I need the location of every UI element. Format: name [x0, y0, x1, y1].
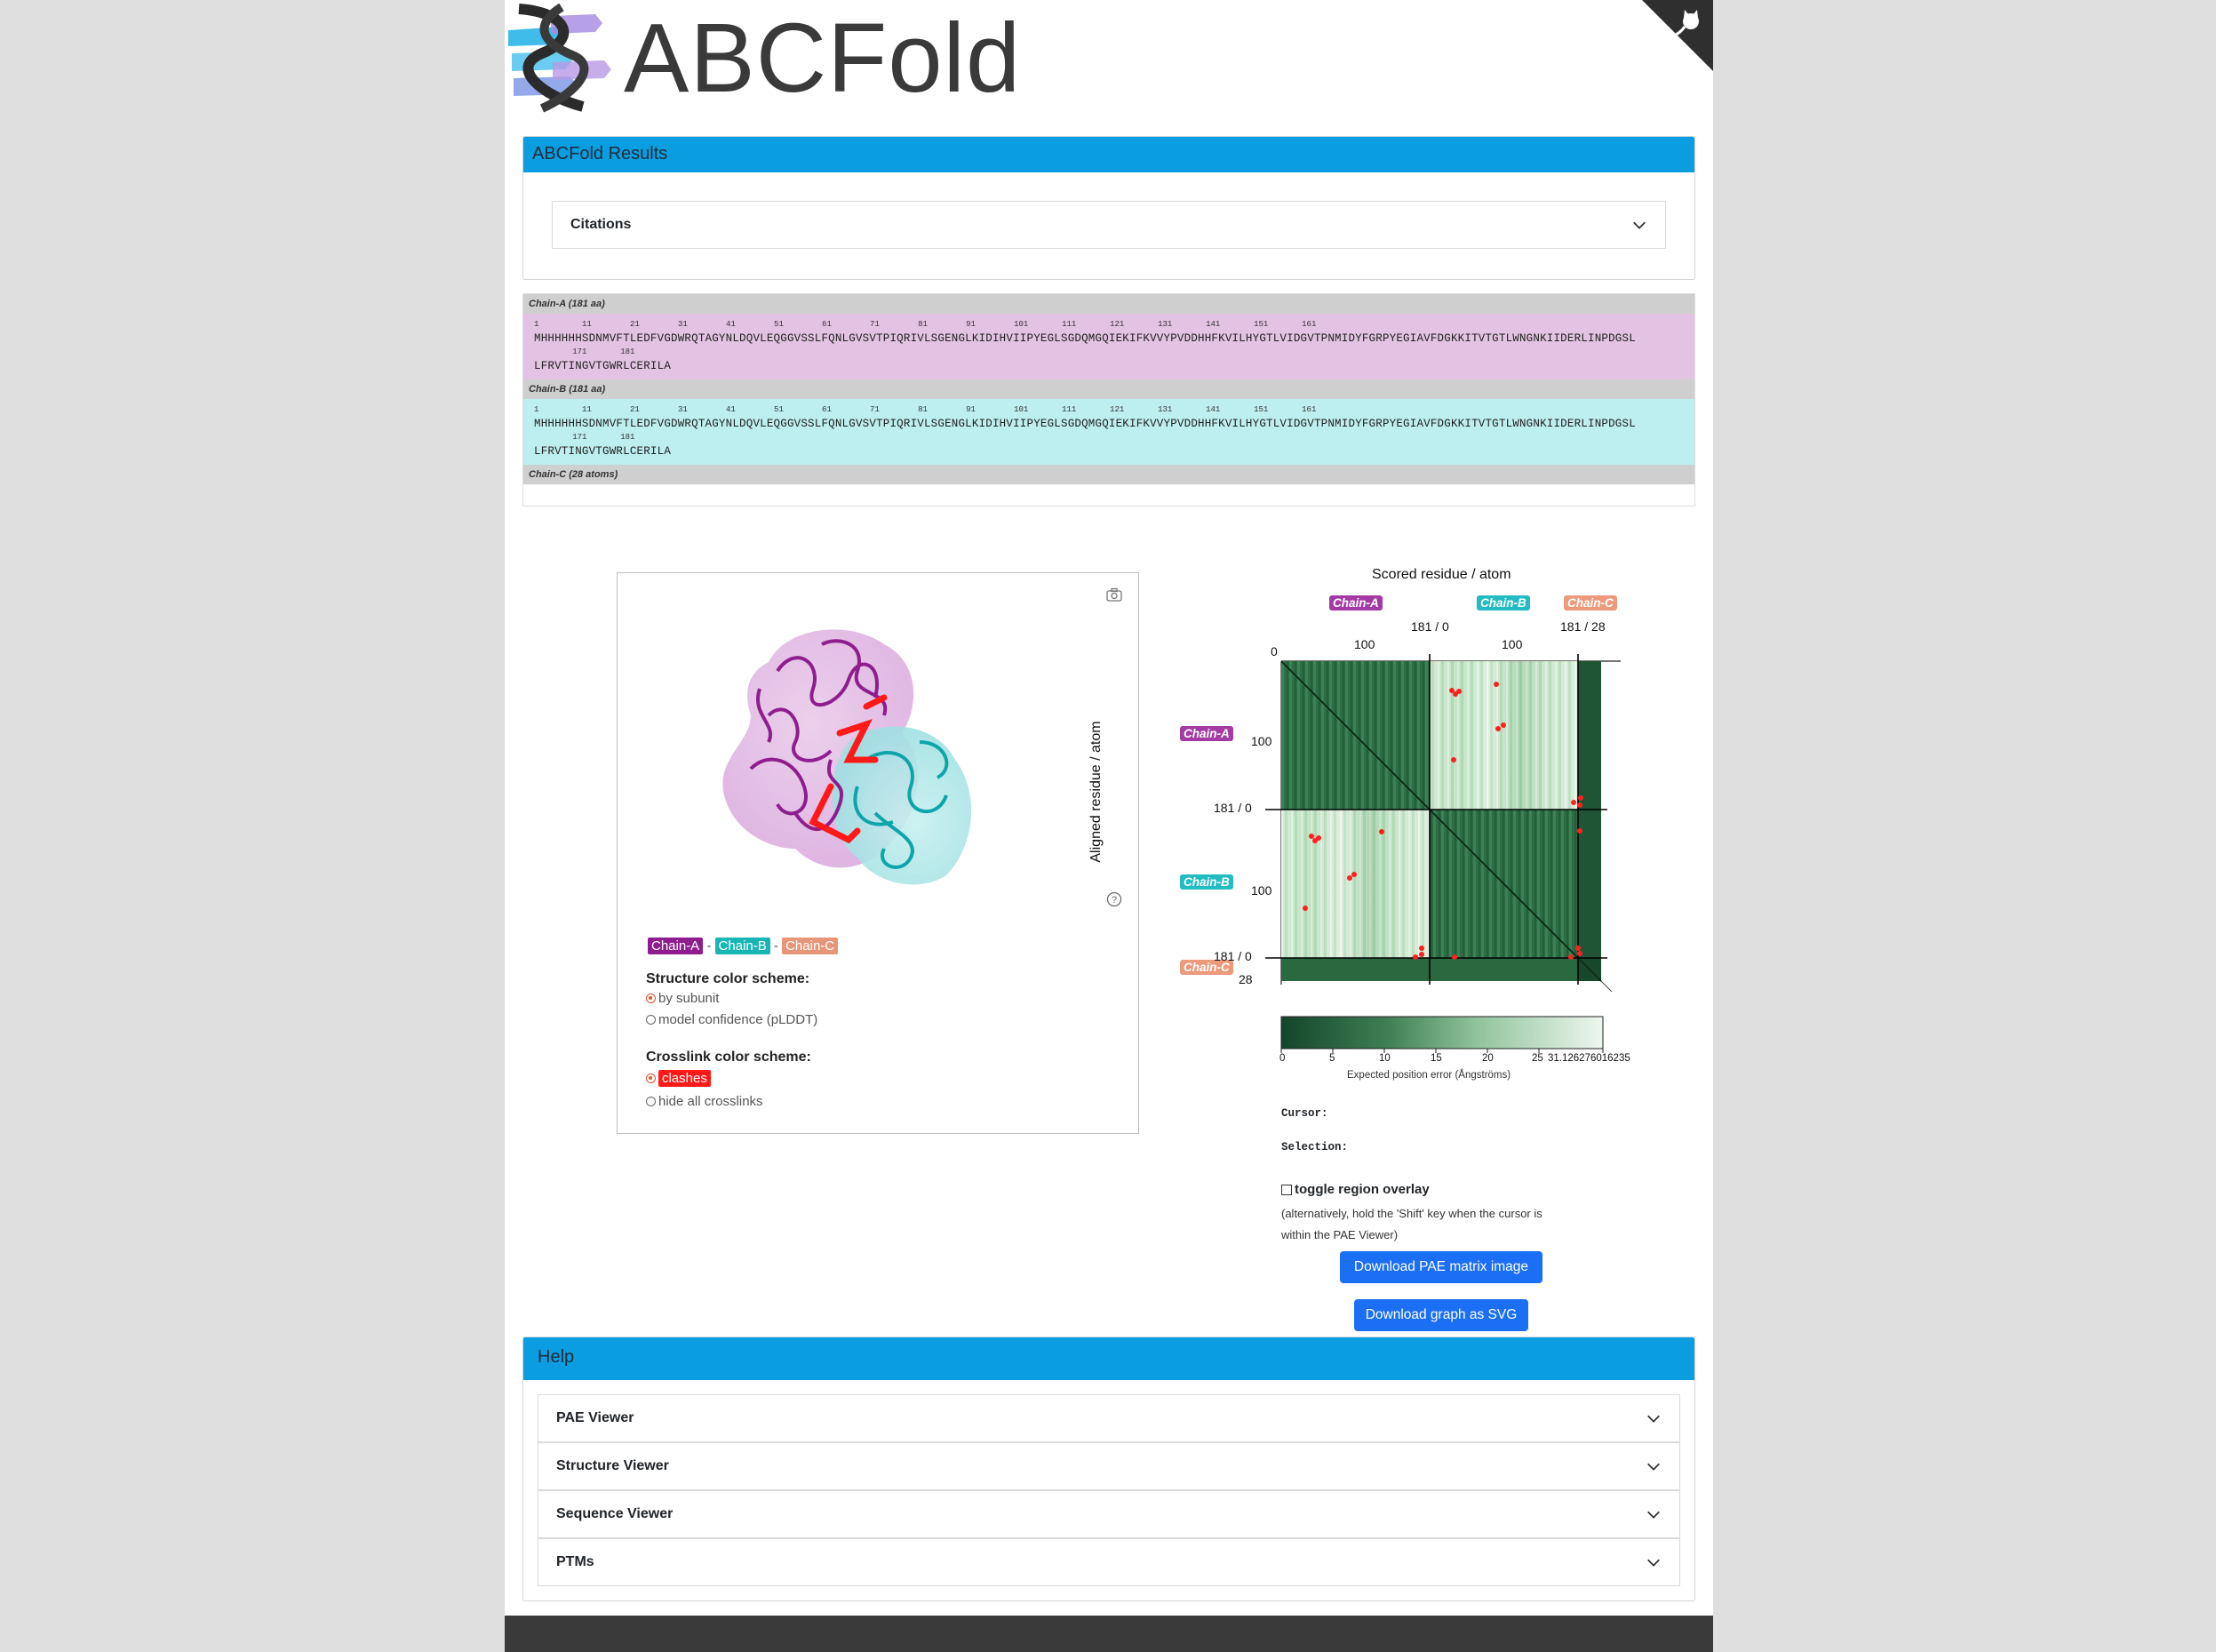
colorbar-label: Expected position error (Ångströms)	[1347, 1070, 1511, 1081]
cursor-label: Cursor:	[1281, 1107, 1328, 1120]
cb-tick-5: 5	[1329, 1053, 1335, 1064]
overlay-checkbox[interactable]	[1281, 1184, 1292, 1195]
chevron-down-icon	[1647, 1559, 1660, 1567]
camera-icon[interactable]	[1106, 587, 1122, 602]
structure-scheme-label: Structure color scheme:	[646, 971, 810, 986]
sequence-viewer: Chain-A (181 aa) 1 11 21 31 41 51 61 71 …	[522, 293, 1695, 507]
option-hide-crosslinks[interactable]: hide all crosslinks	[646, 1090, 811, 1112]
top-tick-181-0: 181 / 0	[1411, 619, 1449, 634]
chain-b-chip[interactable]: Chain-B	[714, 938, 770, 954]
top-tick-100b: 100	[1502, 637, 1523, 651]
chevron-down-icon	[1647, 1415, 1660, 1423]
help-item-label: PTMs	[556, 1554, 594, 1569]
pae-tag-chain-a-top: Chain-A	[1329, 595, 1383, 611]
github-cat-icon[interactable]	[1642, 0, 1713, 71]
chain-b-ticks-1: 1 11 21 31 41 51 61 71 81 91 101 111 121…	[534, 405, 1317, 414]
pae-matrix[interactable]	[1265, 654, 1621, 992]
structure-viewer: ? Chain-A - Chain-B - Chain-C Structure …	[617, 572, 1139, 1134]
structure-scheme-group: Structure color scheme: by subunit model…	[646, 971, 817, 1030]
option-plddt[interactable]: model confidence (pLDDT)	[646, 1009, 817, 1030]
help-item-label: Structure Viewer	[556, 1458, 669, 1473]
download-svg-button[interactable]: Download graph as SVG	[1354, 1299, 1528, 1331]
chain-a-ticks-1: 1 11 21 31 41 51 61 71 81 91 101 111 121…	[534, 320, 1317, 329]
cb-tick-20: 20	[1482, 1053, 1494, 1064]
svg-text:?: ?	[1112, 895, 1117, 906]
help-item-structure-viewer[interactable]: Structure Viewer	[538, 1442, 1680, 1490]
overlay-hint: (alternatively, hold the 'Shift' key whe…	[1281, 1203, 1542, 1246]
cb-tick-25: 25	[1532, 1053, 1543, 1064]
overlay-hint-line-2: within the PAE Viewer)	[1281, 1228, 1399, 1241]
cb-tick-max: 31.126276016235	[1548, 1053, 1630, 1064]
download-pae-image-button[interactable]: Download PAE matrix image	[1340, 1251, 1542, 1283]
results-card: ABCFold Results Citations	[522, 136, 1695, 280]
cb-tick-0: 0	[1279, 1053, 1286, 1064]
chain-separator: -	[773, 938, 778, 954]
citations-accordion[interactable]: Citations	[552, 201, 1666, 249]
pae-tag-chain-a-left: Chain-A	[1180, 726, 1233, 741]
abcfold-helix-logo	[508, 4, 611, 113]
chevron-down-icon	[1633, 221, 1646, 229]
selection-label: Selection:	[1281, 1141, 1349, 1153]
pae-left-title: Aligned residue / atom	[1088, 721, 1104, 863]
radio[interactable]	[646, 1096, 656, 1106]
pae-tag-chain-c-top: Chain-C	[1564, 595, 1617, 611]
help-item-label: PAE Viewer	[556, 1410, 634, 1425]
help-item-ptms[interactable]: PTMs	[538, 1538, 1680, 1586]
radio[interactable]	[646, 1014, 656, 1025]
chain-a-chip[interactable]: Chain-A	[648, 938, 704, 954]
pae-top-title: Scored residue / atom	[1372, 567, 1511, 582]
chain-legend: Chain-A - Chain-B - Chain-C	[648, 938, 839, 954]
left-tick-181-0b: 181 / 0	[1214, 949, 1252, 963]
cb-tick-10: 10	[1379, 1053, 1391, 1064]
help-item-sequence-viewer[interactable]: Sequence Viewer	[538, 1490, 1680, 1538]
overlay-toggle[interactable]: toggle region overlay	[1281, 1182, 1430, 1197]
option-clashes[interactable]: clashes	[646, 1065, 811, 1090]
help-title: Help	[523, 1337, 1694, 1380]
chain-b-sequence[interactable]: 1 11 21 31 41 51 61 71 81 91 101 111 121…	[523, 399, 1694, 465]
overlay-label: toggle region overlay	[1295, 1182, 1430, 1197]
chain-b-residues-1[interactable]: MHHHHHHSDNMVFTLEDFVGDWRQTAGYNLDQVLEQGGVS…	[534, 416, 1694, 432]
crosslink-scheme-label: Crosslink color scheme:	[646, 1049, 811, 1065]
help-item-pae-viewer[interactable]: PAE Viewer	[538, 1394, 1680, 1442]
chain-separator: -	[706, 938, 712, 954]
chain-a-sequence[interactable]: 1 11 21 31 41 51 61 71 81 91 101 111 121…	[523, 314, 1694, 379]
option-by-subunit[interactable]: by subunit	[646, 987, 817, 1009]
chain-b-ticks-2: 171 181	[534, 433, 635, 442]
chain-a-ticks-2: 171 181	[534, 347, 635, 356]
radio-selected[interactable]	[646, 993, 656, 1003]
crosslink-scheme-group: Crosslink color scheme: clashes hide all…	[646, 1049, 811, 1112]
brand-title: ABCFold	[624, 4, 1022, 113]
chain-a-residues-2[interactable]: LFRVTINGVTGWRLCERILA	[534, 358, 1694, 374]
page-footer	[505, 1616, 1713, 1652]
chain-a-residues-1[interactable]: MHHHHHHSDNMVFTLEDFVGDWRQTAGYNLDQVLEQGGVS…	[534, 331, 1694, 347]
chain-b-residues-2[interactable]: LFRVTINGVTGWRLCERILA	[534, 443, 1694, 459]
molecule-3d-canvas[interactable]	[715, 609, 1008, 893]
chain-c-header: Chain-C (28 atoms)	[523, 465, 1694, 484]
citations-label: Citations	[570, 217, 632, 232]
help-item-label: Sequence Viewer	[556, 1506, 674, 1521]
overlay-hint-line-1: (alternatively, hold the 'Shift' key whe…	[1281, 1207, 1542, 1220]
top-tick-100a: 100	[1354, 637, 1375, 651]
radio-selected[interactable]	[646, 1073, 656, 1083]
pae-colorbar	[1280, 1016, 1604, 1053]
left-tick-181-0a: 181 / 0	[1214, 801, 1252, 815]
chain-c-chip[interactable]: Chain-C	[782, 938, 839, 954]
pae-tag-chain-b-left: Chain-B	[1180, 874, 1233, 890]
chevron-down-icon	[1647, 1511, 1660, 1519]
results-title: ABCFold Results	[523, 137, 1694, 172]
pae-tag-chain-b-top: Chain-B	[1477, 595, 1530, 611]
cb-tick-15: 15	[1431, 1053, 1442, 1064]
chain-b-header: Chain-B (181 aa)	[523, 379, 1694, 399]
chain-a-header: Chain-A (181 aa)	[523, 294, 1694, 314]
top-tick-181-28: 181 / 28	[1560, 619, 1606, 634]
help-card: Help PAE Viewer Structure Viewer Sequenc…	[522, 1337, 1695, 1601]
question-circle-icon[interactable]: ?	[1106, 891, 1122, 907]
left-tick-28: 28	[1239, 972, 1253, 986]
chevron-down-icon	[1647, 1463, 1660, 1471]
